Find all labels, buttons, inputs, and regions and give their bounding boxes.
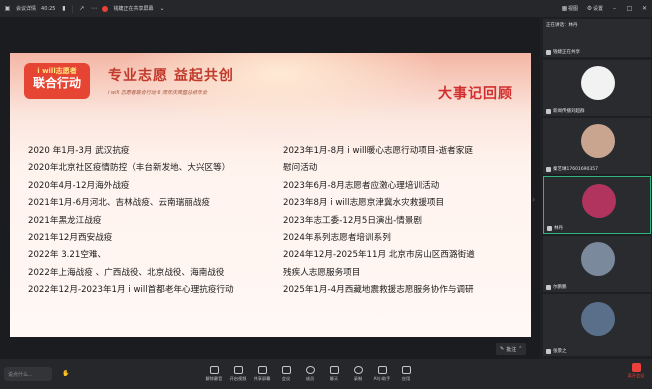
organization-logo: i will志愿者 联合行动 <box>24 63 90 99</box>
speaking-indicator: 正在讲话：林丹 <box>546 23 578 28</box>
mute-button[interactable]: 解除静音 <box>202 359 226 389</box>
meeting-icon <box>281 366 291 374</box>
chat-icon <box>329 366 339 374</box>
event-item: 2021年12月西安战疫 <box>28 233 113 244</box>
slide-slogan: 专业志愿 益起共创 <box>108 68 234 84</box>
participant-tile[interactable]: 正在讲话：林丹 钱婕正在共享 <box>543 19 651 57</box>
chevron-up-icon: ⌃ <box>518 346 523 352</box>
event-item: 残疾人志愿服务项目 <box>283 267 361 278</box>
event-item: 2020年4月-12月海外战疫 <box>28 180 130 191</box>
avatar <box>581 124 615 158</box>
close-icon[interactable]: ✕ <box>641 5 648 12</box>
recording-label: 钱婕正在共享屏幕 <box>113 6 154 12</box>
event-item: 2022年上海战疫 、广西战役、北京战役、海南战役 <box>28 267 225 278</box>
slide-subtitle: i will 志愿者联合行动 6 周年庆典暨总结年会 <box>108 90 208 96</box>
participant-name: 张景之 <box>546 348 567 354</box>
screen-share-icon <box>257 366 267 374</box>
ai-assistant-button[interactable]: AI小助手 <box>370 359 394 389</box>
chat-input[interactable]: 说点什么... <box>4 367 52 381</box>
collapse-panel-icon[interactable]: › <box>532 195 535 204</box>
event-item: 2022年 3.21空难、 <box>28 250 107 261</box>
avatar <box>581 302 615 336</box>
participant-tile[interactable]: 秦艺琳17601690357 <box>543 118 651 174</box>
event-item: 2021年黑龙江战疫 <box>28 215 102 226</box>
toolbar-buttons: 解除静音 开启视频 共享屏幕 会议 成员 聊天 录制 AI小助手 应用 <box>202 359 418 389</box>
bottom-toolbar: 说点什么... ✋ 解除静音 开启视频 共享屏幕 会议 成员 聊天 录制 AI小… <box>0 359 652 389</box>
members-icon <box>305 366 315 374</box>
slide-title: 大事记回顾 <box>438 86 513 102</box>
ai-icon <box>377 366 387 374</box>
mic-icon <box>546 348 551 354</box>
top-bar: ▣ 会议详情 40:25 ▮ ↗ ⋯ 钱婕正在共享屏幕 ⌄ ▦视图 ⚙设置 – … <box>0 0 652 17</box>
avatar <box>581 66 615 100</box>
share-screen-button[interactable]: 共享屏幕 <box>250 359 274 389</box>
participant-tile[interactable]: 张景之 <box>543 294 651 356</box>
view-button[interactable]: ▦视图 <box>561 5 578 12</box>
event-item: 2023年8月 i will志愿京津冀水灾救援项目 <box>283 198 445 209</box>
more-icon[interactable]: ⋯ <box>90 5 97 12</box>
participant-name: 林丹 <box>547 225 563 231</box>
participant-name: 秦艺琳17601690357 <box>546 166 598 172</box>
annotate-button[interactable]: ✎ 批注 ⌃ <box>496 343 527 355</box>
apps-icon <box>401 366 411 374</box>
members-button[interactable]: 成员 <box>298 359 322 389</box>
event-item: 2024年系列志愿者培训系列 <box>283 233 391 244</box>
avatar <box>582 184 616 218</box>
mic-icon <box>546 49 551 55</box>
event-item: 2020 年1月-3月 武汉抗疫 <box>28 146 130 156</box>
shared-screen-area: › i will志愿者 联合行动 专业志愿 益起共创 i will 志愿者联合行… <box>0 17 540 359</box>
app-name[interactable]: 会议详情 <box>16 5 36 12</box>
participant-panel: 正在讲话：林丹 钱婕正在共享 新闻传播刘超群 秦艺琳17601690357 林丹… <box>541 17 652 359</box>
event-item: 2023年1月-8月 i will暖心志愿行动项目-逝者家庭 <box>283 146 473 156</box>
event-item: 2023年志工委-12月5日演出-情景剧 <box>283 215 423 226</box>
avatar <box>581 242 615 276</box>
microphone-icon <box>209 366 219 374</box>
mic-icon <box>547 225 552 231</box>
event-item: 2020年北京社区疫情防控（丰台新发地、大兴区等） <box>28 163 231 174</box>
meeting-timer: 40:25 <box>41 5 56 12</box>
event-item: 2024年12月-2025年11月 北京市房山区西潞街道 <box>283 250 475 261</box>
minimize-icon[interactable]: – <box>611 5 618 12</box>
event-item: 慰问活动 <box>283 163 318 174</box>
event-item: 2025年1月-4月西藏地震救援志愿服务协作与调研 <box>283 285 474 296</box>
record-icon <box>353 366 363 374</box>
participant-name: 新闻传播刘超群 <box>546 108 585 114</box>
presentation-slide: i will志愿者 联合行动 专业志愿 益起共创 i will 志愿者联合行动 … <box>10 53 531 337</box>
share-out-icon[interactable]: ↗ <box>78 5 85 12</box>
signal-icon: ▮ <box>62 5 66 12</box>
exit-icon <box>631 363 641 372</box>
event-item: 2021年1月-6月河北、吉林战疫、云南瑞丽战疫 <box>28 198 211 209</box>
participant-tile[interactable]: 尔鹏鹏 <box>543 236 651 292</box>
chat-button[interactable]: 聊天 <box>322 359 346 389</box>
event-item: 2023年6月-8月志愿者应激心理培训活动 <box>283 180 440 191</box>
participant-tile[interactable]: 新闻传播刘超群 <box>543 60 651 116</box>
record-button[interactable]: 录制 <box>346 359 370 389</box>
recording-icon <box>102 5 109 12</box>
mic-icon <box>546 166 551 172</box>
chevron-down-icon[interactable]: ⌄ <box>158 5 165 12</box>
leave-meeting-button[interactable]: 离开会议 <box>626 363 646 385</box>
settings-button[interactable]: ⚙设置 <box>586 5 603 12</box>
apps-button[interactable]: 应用 <box>394 359 418 389</box>
meeting-button[interactable]: 会议 <box>274 359 298 389</box>
event-list-left: 2020 年1月-3月 武汉抗疫 2020年北京社区疫情防控（丰台新发地、大兴区… <box>28 143 273 300</box>
participant-name: 钱婕正在共享 <box>546 49 580 55</box>
divider <box>72 4 74 13</box>
event-list-right: 2023年1月-8月 i will暖心志愿行动项目-逝者家庭 慰问活动 2023… <box>283 143 525 300</box>
participant-name: 尔鹏鹏 <box>546 284 567 290</box>
video-button[interactable]: 开启视频 <box>226 359 250 389</box>
mic-icon <box>546 284 551 290</box>
grid-icon: ▦ <box>561 5 568 12</box>
participant-tile-active[interactable]: 林丹 <box>543 176 651 234</box>
gear-icon: ⚙ <box>586 5 593 12</box>
camera-icon <box>233 366 243 374</box>
mic-icon <box>546 108 551 114</box>
hand-icon[interactable]: ✋ <box>62 370 69 377</box>
meeting-app-icon: ▣ <box>4 5 11 12</box>
event-item: 2022年12月-2023年1月 i will首都老年心理抗疫行动 <box>28 285 234 296</box>
pen-icon: ✎ <box>500 346 505 352</box>
maximize-icon[interactable]: □ <box>626 5 633 12</box>
